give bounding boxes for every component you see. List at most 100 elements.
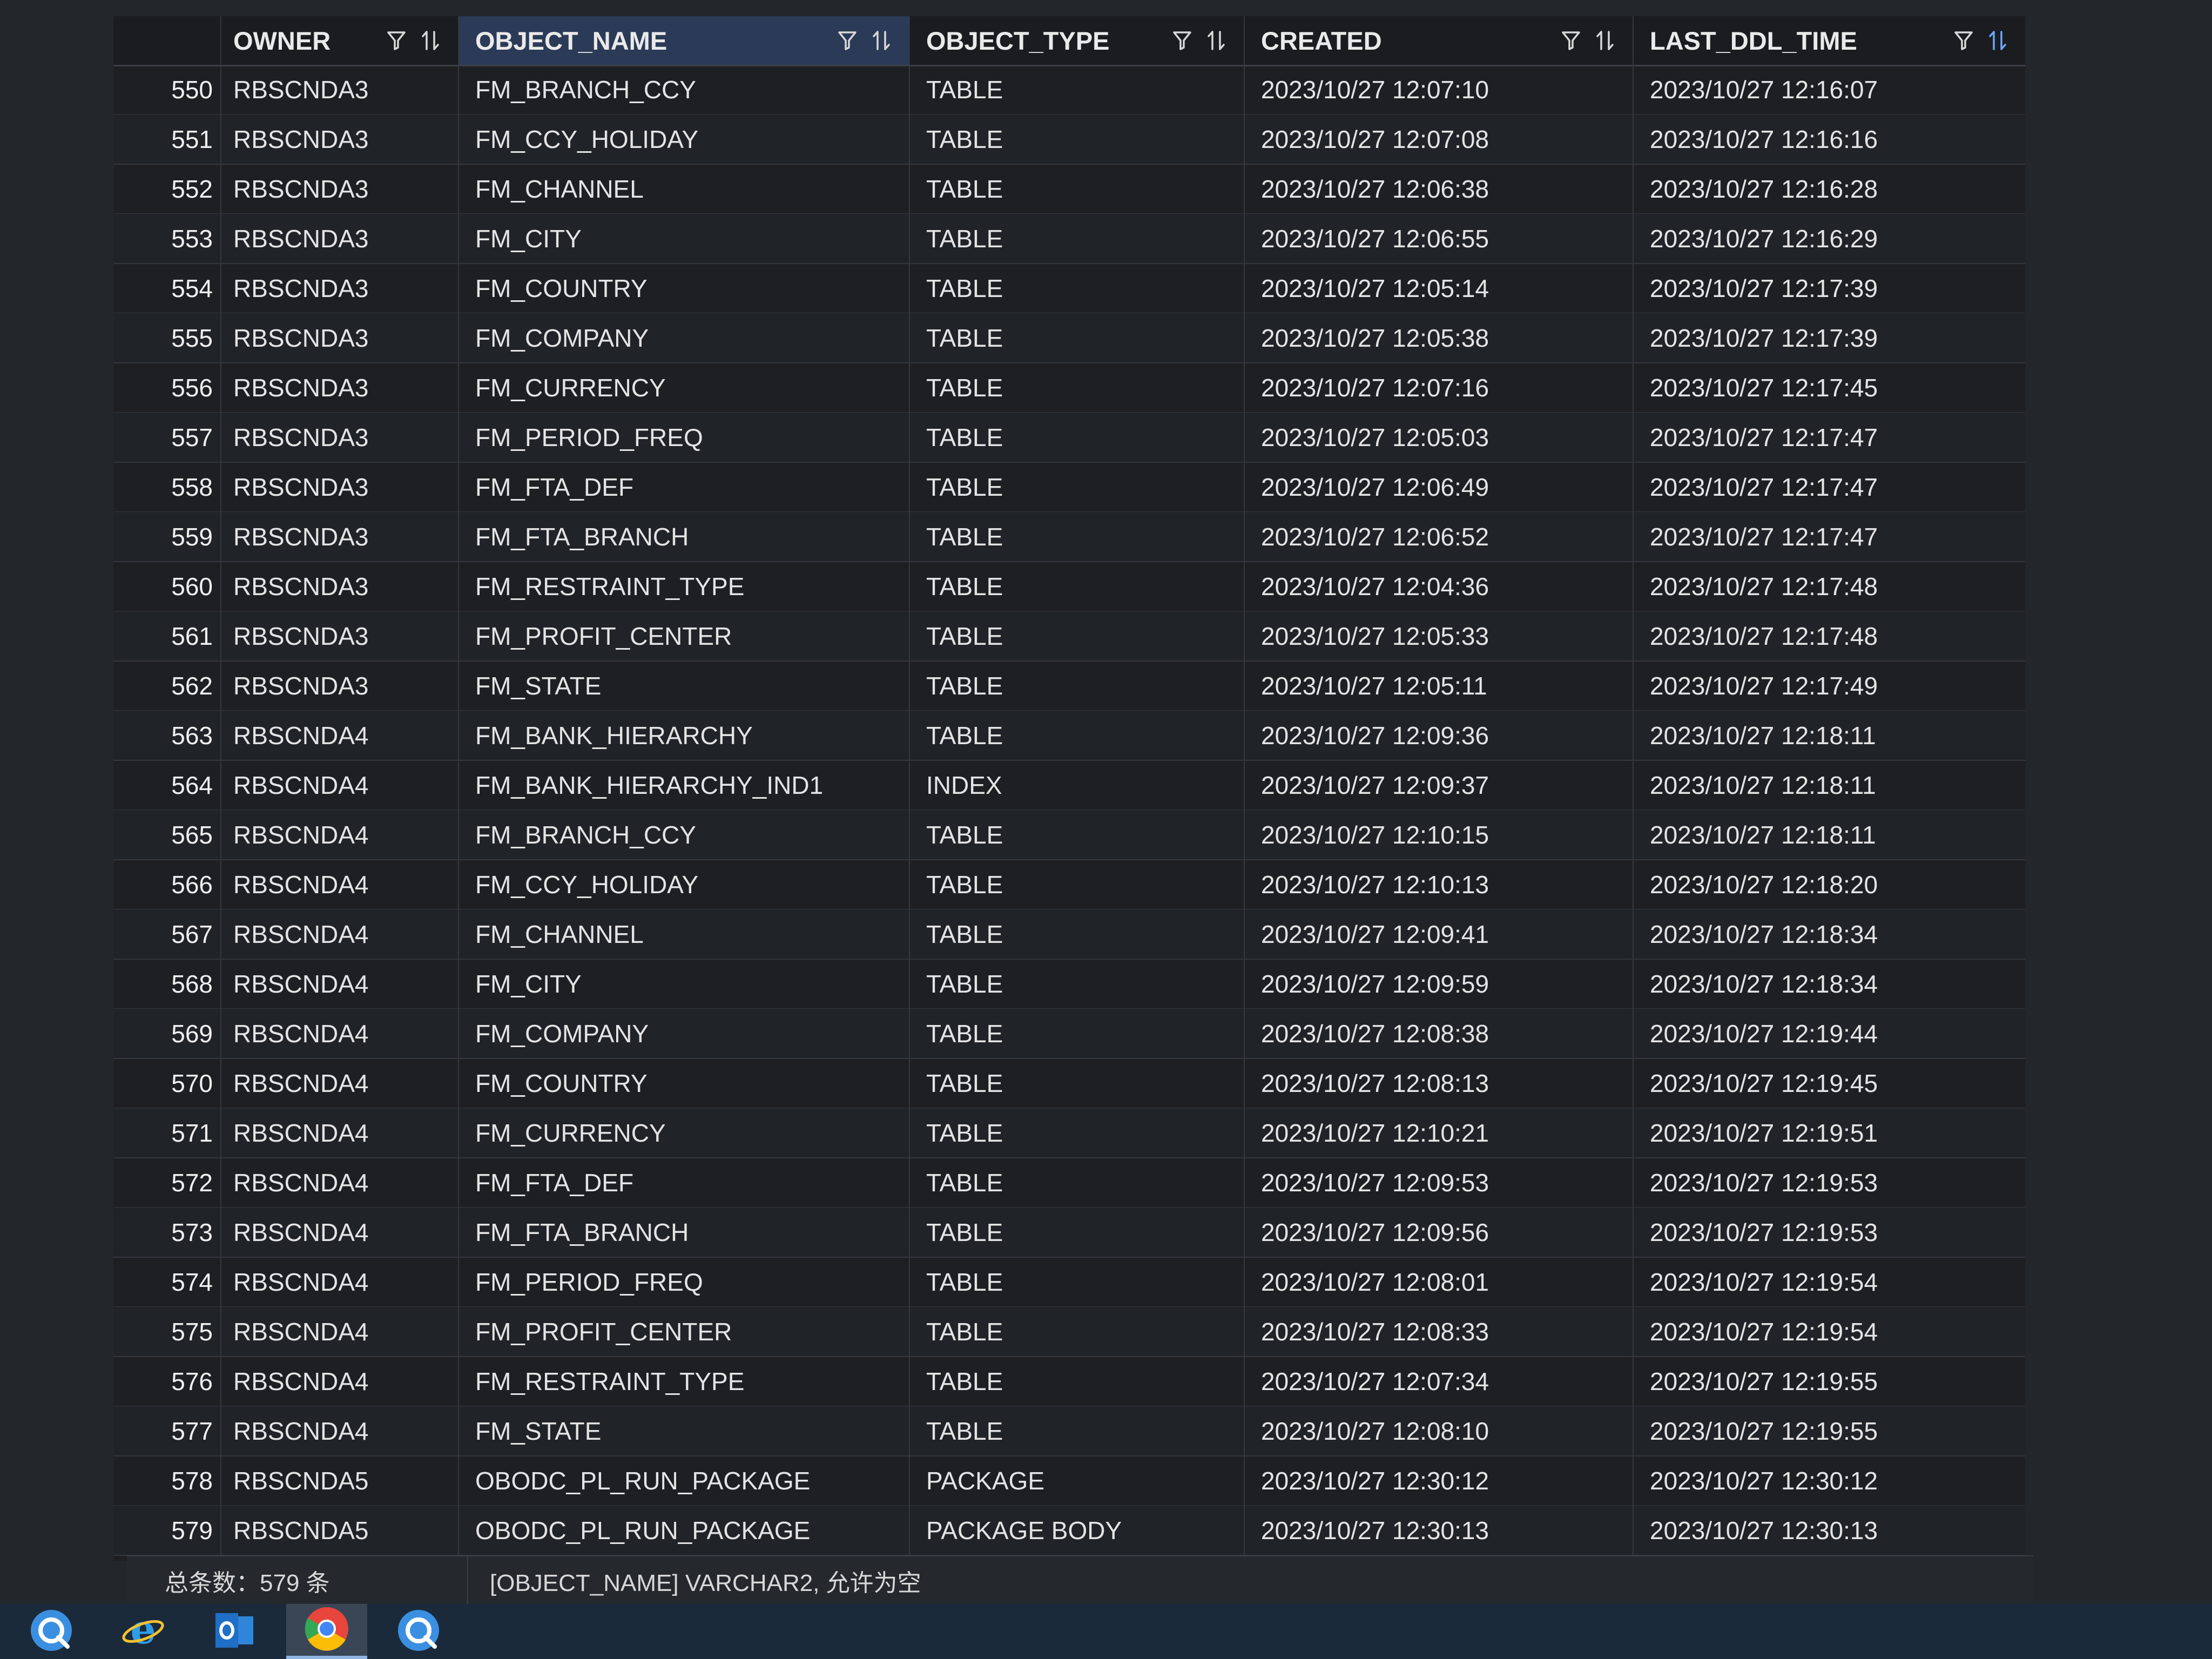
cell-last-ddl-time[interactable]: 2023/10/27 12:19:55 bbox=[1634, 1357, 2025, 1406]
cell-object-type[interactable]: PACKAGE BODY bbox=[910, 1506, 1245, 1555]
row-number[interactable]: 555 bbox=[113, 313, 221, 362]
table-row[interactable]: 572 RBSCNDA4 FM_FTA_DEF TABLE 2023/10/27 12:… bbox=[113, 1158, 2025, 1208]
cell-last-ddl-time[interactable]: 2023/10/27 12:17:47 bbox=[1634, 413, 2025, 462]
cell-created[interactable]: 2023/10/27 12:09:59 bbox=[1245, 959, 1634, 1008]
cell-owner[interactable]: RBSCNDA4 bbox=[221, 1406, 459, 1455]
cell-owner[interactable]: RBSCNDA4 bbox=[221, 1058, 459, 1108]
filter-icon[interactable] bbox=[1172, 30, 1192, 51]
cell-last-ddl-time[interactable]: 2023/10/27 12:18:34 bbox=[1634, 959, 2025, 1008]
cell-created[interactable]: 2023/10/27 12:05:14 bbox=[1245, 264, 1634, 313]
cell-object-type[interactable]: TABLE bbox=[910, 611, 1245, 660]
cell-created[interactable]: 2023/10/27 12:30:12 bbox=[1245, 1456, 1634, 1505]
cell-object-name[interactable]: FM_FTA_BRANCH bbox=[459, 512, 910, 561]
table-row[interactable]: 570 RBSCNDA4 FM_COUNTRY TABLE 2023/10/27 12:… bbox=[113, 1058, 2025, 1109]
cell-object-type[interactable]: TABLE bbox=[910, 313, 1245, 362]
cell-object-type[interactable]: TABLE bbox=[910, 1307, 1245, 1356]
table-row[interactable]: 574 RBSCNDA4 FM_PERIOD_FREQ TABLE 2023/10/27… bbox=[113, 1257, 2025, 1307]
cell-object-type[interactable]: TABLE bbox=[910, 711, 1245, 760]
cell-created[interactable]: 2023/10/27 12:08:13 bbox=[1245, 1058, 1634, 1108]
row-number[interactable]: 578 bbox=[113, 1456, 221, 1505]
cell-owner[interactable]: RBSCNDA3 bbox=[221, 413, 459, 462]
row-number[interactable]: 559 bbox=[113, 512, 221, 561]
cell-owner[interactable]: RBSCNDA4 bbox=[221, 1307, 459, 1356]
cell-created[interactable]: 2023/10/27 12:04:36 bbox=[1245, 562, 1634, 611]
cell-object-type[interactable]: TABLE bbox=[910, 1357, 1245, 1406]
cell-object-type[interactable]: TABLE bbox=[910, 1257, 1245, 1306]
row-number[interactable]: 567 bbox=[113, 909, 221, 959]
filter-icon[interactable] bbox=[838, 30, 857, 51]
cell-object-type[interactable]: TABLE bbox=[910, 1009, 1245, 1058]
cell-owner[interactable]: RBSCNDA3 bbox=[221, 462, 459, 511]
table-row[interactable]: 560 RBSCNDA3 FM_RESTRAINT_TYPE TABLE 2023/10… bbox=[113, 562, 2025, 612]
cell-last-ddl-time[interactable]: 2023/10/27 12:17:45 bbox=[1634, 363, 2025, 412]
row-number[interactable]: 571 bbox=[113, 1108, 221, 1157]
cell-last-ddl-time[interactable]: 2023/10/27 12:17:49 bbox=[1634, 661, 2025, 710]
table-row[interactable]: 551 RBSCNDA3 FM_CCY_HOLIDAY TABLE 2023/10/27… bbox=[113, 114, 2025, 165]
cell-created[interactable]: 2023/10/27 12:07:34 bbox=[1245, 1357, 1634, 1406]
cell-object-type[interactable]: TABLE bbox=[910, 909, 1245, 959]
cell-object-name[interactable]: OBODC_PL_RUN_PACKAGE bbox=[459, 1506, 910, 1555]
cell-created[interactable]: 2023/10/27 12:05:11 bbox=[1245, 661, 1634, 710]
cell-object-name[interactable]: FM_CURRENCY bbox=[459, 1108, 910, 1157]
cell-created[interactable]: 2023/10/27 12:08:01 bbox=[1245, 1257, 1634, 1306]
cell-owner[interactable]: RBSCNDA3 bbox=[221, 363, 459, 412]
cell-last-ddl-time[interactable]: 2023/10/27 12:17:48 bbox=[1634, 562, 2025, 611]
cell-created[interactable]: 2023/10/27 12:06:38 bbox=[1245, 164, 1634, 213]
cell-owner[interactable]: RBSCNDA5 bbox=[221, 1456, 459, 1505]
row-number[interactable]: 570 bbox=[113, 1058, 221, 1108]
row-number[interactable]: 579 bbox=[113, 1506, 221, 1555]
cell-owner[interactable]: RBSCNDA3 bbox=[221, 562, 459, 611]
taskbar-button[interactable]: e bbox=[103, 1604, 184, 1659]
table-row[interactable]: 553 RBSCNDA3 FM_CITY TABLE 2023/10/27 12:06:… bbox=[113, 214, 2025, 264]
cell-object-type[interactable]: TABLE bbox=[910, 512, 1245, 561]
cell-object-type[interactable]: TABLE bbox=[910, 661, 1245, 710]
taskbar-button[interactable] bbox=[378, 1604, 459, 1659]
cell-created[interactable]: 2023/10/27 12:07:08 bbox=[1245, 114, 1634, 164]
cell-object-name[interactable]: FM_COMPANY bbox=[459, 313, 910, 362]
table-row[interactable]: 578 RBSCNDA5 OBODC_PL_RUN_PACKAGE PACKAGE 20… bbox=[113, 1456, 2025, 1506]
cell-owner[interactable]: RBSCNDA3 bbox=[221, 264, 459, 313]
cell-created[interactable]: 2023/10/27 12:06:49 bbox=[1245, 462, 1634, 511]
cell-object-type[interactable]: TABLE bbox=[910, 114, 1245, 164]
row-number[interactable]: 576 bbox=[113, 1357, 221, 1406]
cell-object-type[interactable]: TABLE bbox=[910, 1108, 1245, 1157]
table-row[interactable]: 561 RBSCNDA3 FM_PROFIT_CENTER TABLE 2023/10/… bbox=[113, 611, 2025, 662]
table-row[interactable]: 552 RBSCNDA3 FM_CHANNEL TABLE 2023/10/27 12:… bbox=[113, 164, 2025, 214]
table-row[interactable]: 559 RBSCNDA3 FM_FTA_BRANCH TABLE 2023/10/27 … bbox=[113, 512, 2025, 562]
cell-object-name[interactable]: FM_RESTRAINT_TYPE bbox=[459, 562, 910, 611]
row-number[interactable]: 569 bbox=[113, 1009, 221, 1058]
cell-object-name[interactable]: FM_BRANCH_CCY bbox=[459, 65, 910, 114]
cell-last-ddl-time[interactable]: 2023/10/27 12:18:11 bbox=[1634, 810, 2025, 859]
cell-object-name[interactable]: FM_FTA_DEF bbox=[459, 1158, 910, 1207]
table-row[interactable]: 554 RBSCNDA3 FM_COUNTRY TABLE 2023/10/27 12:… bbox=[113, 264, 2025, 314]
cell-object-type[interactable]: TABLE bbox=[910, 810, 1245, 859]
cell-object-name[interactable]: FM_COUNTRY bbox=[459, 264, 910, 313]
cell-object-type[interactable]: TABLE bbox=[910, 860, 1245, 909]
cell-last-ddl-time[interactable]: 2023/10/27 12:16:07 bbox=[1634, 65, 2025, 114]
table-row[interactable]: 558 RBSCNDA3 FM_FTA_DEF TABLE 2023/10/27 12:… bbox=[113, 462, 2025, 512]
cell-object-type[interactable]: TABLE bbox=[910, 562, 1245, 611]
cell-last-ddl-time[interactable]: 2023/10/27 12:19:55 bbox=[1634, 1406, 2025, 1455]
table-row[interactable]: 579 RBSCNDA5 OBODC_PL_RUN_PACKAGE PACKAGE B… bbox=[113, 1506, 2025, 1556]
cell-owner[interactable]: RBSCNDA4 bbox=[221, 860, 459, 909]
cell-owner[interactable]: RBSCNDA3 bbox=[221, 313, 459, 362]
cell-last-ddl-time[interactable]: 2023/10/27 12:19:54 bbox=[1634, 1307, 2025, 1356]
cell-created[interactable]: 2023/10/27 12:05:33 bbox=[1245, 611, 1634, 660]
row-number[interactable]: 561 bbox=[113, 611, 221, 660]
cell-owner[interactable]: RBSCNDA4 bbox=[221, 959, 459, 1008]
cell-object-name[interactable]: FM_CCY_HOLIDAY bbox=[459, 114, 910, 164]
cell-object-type[interactable]: TABLE bbox=[910, 1158, 1245, 1207]
sort-icon[interactable] bbox=[421, 30, 440, 51]
table-row[interactable]: 562 RBSCNDA3 FM_STATE TABLE 2023/10/27 12:05… bbox=[113, 661, 2025, 711]
cell-created[interactable]: 2023/10/27 12:10:13 bbox=[1245, 860, 1634, 909]
cell-created[interactable]: 2023/10/27 12:09:37 bbox=[1245, 760, 1634, 810]
cell-created[interactable]: 2023/10/27 12:10:21 bbox=[1245, 1108, 1634, 1157]
table-row[interactable]: 575 RBSCNDA4 FM_PROFIT_CENTER TABLE 2023/10/… bbox=[113, 1307, 2025, 1357]
table-row[interactable]: 566 RBSCNDA4 FM_CCY_HOLIDAY TABLE 2023/10/27… bbox=[113, 860, 2025, 910]
column-header-last-ddl-time[interactable]: LAST_DDL_TIME bbox=[1634, 16, 2025, 65]
cell-owner[interactable]: RBSCNDA3 bbox=[221, 214, 459, 263]
cell-last-ddl-time[interactable]: 2023/10/27 12:17:48 bbox=[1634, 611, 2025, 660]
filter-icon[interactable] bbox=[1954, 30, 1973, 51]
cell-last-ddl-time[interactable]: 2023/10/27 12:19:45 bbox=[1634, 1058, 2025, 1108]
cell-last-ddl-time[interactable]: 2023/10/27 12:17:47 bbox=[1634, 512, 2025, 561]
